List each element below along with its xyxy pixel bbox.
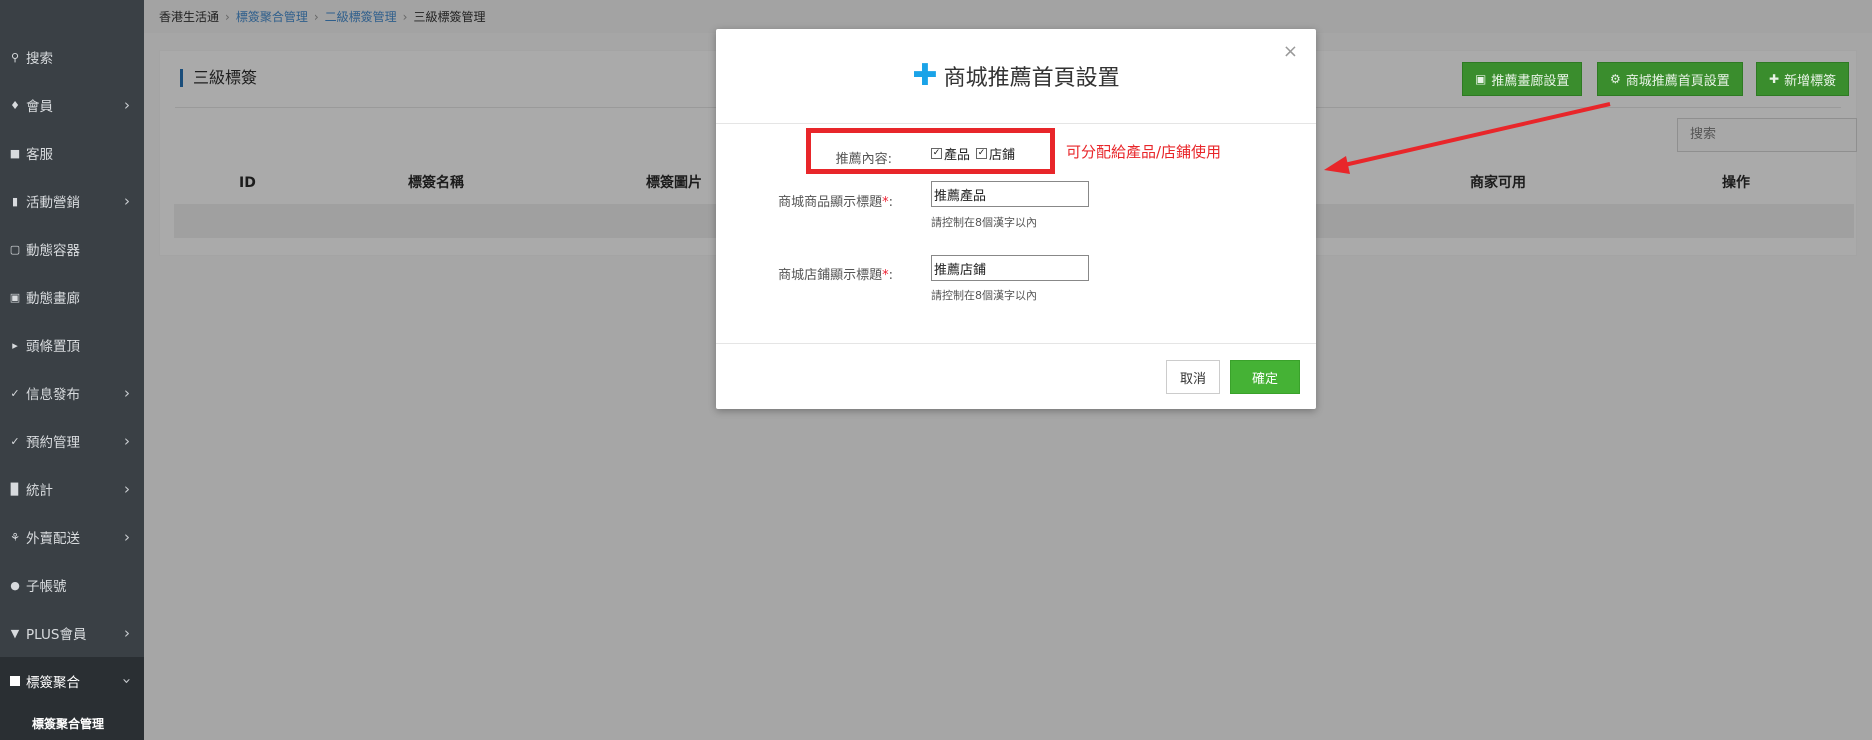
product-title-hint: 請控制在8個漢字以內 [931, 216, 1037, 229]
sidebar-item-search[interactable]: ⚲ 搜索 [0, 33, 144, 81]
store-title-hint: 請控制在8個漢字以內 [931, 289, 1037, 302]
chevron-right-icon: › [124, 96, 130, 114]
search-icon: ⚲ [10, 50, 20, 64]
sidebar-item-plus-member[interactable]: ▼ PLUS會員 › [0, 609, 144, 657]
sidebar-item-statistics[interactable]: ▉ 統計 › [0, 465, 144, 513]
bell-icon: ♦ [10, 98, 20, 112]
search-input[interactable]: 搜索 [1677, 118, 1857, 152]
sidebar-submenu: 標簽聚合管理 [0, 705, 144, 740]
check-icon: ✓ [10, 434, 20, 448]
sidebar-menu: ⚲ 搜索 ♦ 會員 › ■ 客服 ▮ 活動營銷 › ▢ 動態容器 ▣ 動態畫廊 ▸ 頭條置頂 ✓ 信… [0, 33, 144, 740]
sidebar-item-marketing[interactable]: ▮ 活動營銷 › [0, 177, 144, 225]
image-icon: ▣ [1475, 72, 1487, 86]
breadcrumb-home[interactable]: 香港生活通 [159, 8, 219, 25]
annotation-text: 可分配給產品/店鋪使用 [1066, 143, 1222, 161]
product-title-input[interactable] [931, 181, 1089, 207]
chevron-right-icon: › [124, 384, 130, 402]
sidebar-item-tag-aggregation[interactable]: 標簽聚合 › [0, 657, 144, 705]
cancel-button[interactable]: 取消 [1166, 360, 1220, 394]
chat-icon: ■ [9, 146, 21, 160]
breadcrumb-level2[interactable]: 二級標簽管理 [325, 8, 397, 25]
modal-header: ✚ 商城推薦首頁設置 × [716, 29, 1316, 124]
plus-icon: ✚ [1769, 72, 1780, 86]
sidebar-item-dynamic-gallery[interactable]: ▣ 動態畫廊 [0, 273, 144, 321]
confirm-button[interactable]: 確定 [1230, 360, 1300, 394]
breadcrumb-current: 三級標簽管理 [413, 10, 486, 24]
sidebar-item-info-publish[interactable]: ✓ 信息發布 › [0, 369, 144, 417]
store-title-input[interactable] [931, 255, 1089, 281]
sidebar-item-delivery[interactable]: ⚘ 外賣配送 › [0, 513, 144, 561]
sidebar-item-members[interactable]: ♦ 會員 › [0, 81, 144, 129]
sidebar-subitem-tag-aggregation-manage[interactable]: 標簽聚合管理 [32, 715, 144, 732]
modal-footer: 取消 確定 [716, 343, 1316, 409]
chevron-right-icon: › [225, 9, 230, 24]
chevron-right-icon: › [402, 9, 408, 24]
chevron-right-icon: › [124, 624, 130, 642]
bar-chart-icon: ▉ [10, 482, 20, 496]
mall-home-settings-button[interactable]: ⚙ 商城推薦首頁設置 [1597, 62, 1743, 96]
column-header-image: 標簽圖片 [646, 175, 702, 191]
gallery-settings-button[interactable]: ▣ 推薦畫廊設置 [1462, 62, 1583, 96]
plus-icon: ✚ [912, 58, 938, 93]
chevron-right-icon: › [124, 480, 130, 498]
check-icon: ✓ [10, 386, 20, 400]
image-icon: ▣ [9, 290, 21, 304]
close-icon[interactable]: × [1283, 41, 1298, 62]
sidebar-item-dynamic-container[interactable]: ▢ 動態容器 [0, 225, 144, 273]
column-header-action: 操作 [1722, 175, 1750, 191]
column-header-name: 標簽名稱 [408, 175, 464, 191]
store-title-label: 商城店鋪顯示標題*: [778, 268, 893, 283]
utensils-icon: ⚘ [10, 530, 20, 544]
add-tag-button[interactable]: ✚ 新增標簽 [1756, 62, 1850, 96]
sidebar-item-sub-account[interactable]: ● 子帳號 [0, 561, 144, 609]
sidebar-item-headline[interactable]: ▸ 頭條置頂 [0, 321, 144, 369]
annotation-highlight-box [806, 128, 1055, 174]
megaphone-icon: ▸ [12, 338, 18, 352]
sidebar-item-booking[interactable]: ✓ 預約管理 › [0, 417, 144, 465]
column-header-id: ID [239, 175, 256, 191]
wifi-icon: ▼ [10, 626, 20, 640]
breadcrumb-level1[interactable]: 標簽聚合管理 [236, 8, 308, 25]
chevron-right-icon: › [124, 192, 130, 210]
page-title: 三級標簽 [180, 69, 257, 87]
chevron-down-icon: › [118, 678, 136, 684]
chevron-right-icon: › [124, 528, 130, 546]
mall-home-settings-modal: ✚ 商城推薦首頁設置 × 推薦內容: ✓ 產品 ✓ 店鋪 商城商品顯示標題*: … [716, 29, 1316, 409]
sidebar-item-customer-service[interactable]: ■ 客服 [0, 129, 144, 177]
sidebar: ⚲ 搜索 ♦ 會員 › ■ 客服 ▮ 活動營銷 › ▢ 動態容器 ▣ 動態畫廊 ▸ 頭條置頂 ✓ 信… [0, 0, 144, 740]
chevron-right-icon: › [124, 432, 130, 450]
modal-title: ✚ 商城推薦首頁設置 [912, 58, 1120, 93]
column-header-merchant: 商家可用 [1470, 175, 1526, 191]
bookmark-icon: ▮ [11, 194, 19, 208]
user-icon: ● [10, 578, 20, 592]
square-icon [8, 674, 22, 688]
gear-icon: ⚙ [1610, 72, 1621, 86]
product-title-label: 商城商品顯示標題*: [778, 195, 893, 210]
chevron-right-icon: › [313, 9, 319, 24]
box-icon: ▢ [9, 242, 21, 256]
